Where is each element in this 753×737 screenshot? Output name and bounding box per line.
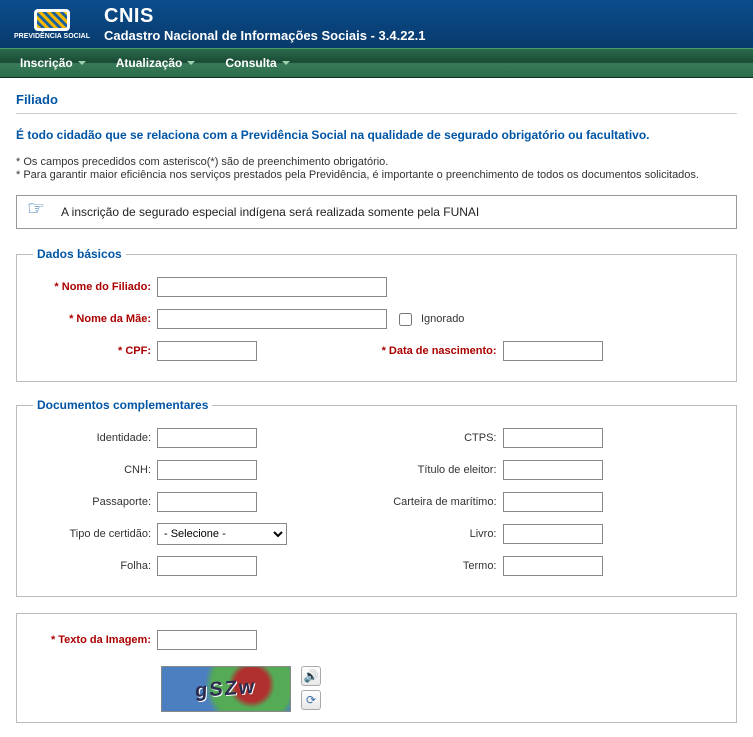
identidade-label: Identidade: <box>31 432 151 444</box>
menu-inscricao-label: Inscrição <box>20 56 73 70</box>
livro-label: Livro: <box>377 528 497 540</box>
alert-box: A inscrição de segurado especial indígen… <box>16 195 737 229</box>
nome-mae-input[interactable] <box>157 309 387 329</box>
header-title-block: CNIS Cadastro Nacional de Informações So… <box>104 5 426 43</box>
identidade-input[interactable] <box>157 428 257 448</box>
cpf-input[interactable] <box>157 341 257 361</box>
chevron-down-icon <box>78 61 86 65</box>
docs-legend: Documentos complementares <box>33 398 212 412</box>
livro-input[interactable] <box>503 524 603 544</box>
cpf-label: * CPF: <box>31 345 151 357</box>
alert-text: A inscrição de segurado especial indígen… <box>61 205 479 219</box>
folha-label: Folha: <box>31 560 151 572</box>
cnh-input[interactable] <box>157 460 257 480</box>
logo: PREVIDÊNCIA SOCIAL <box>12 5 92 43</box>
titulo-input[interactable] <box>503 460 603 480</box>
nome-filiado-input[interactable] <box>157 277 387 297</box>
data-nascimento-label: * Data de nascimento: <box>377 345 497 357</box>
tipo-certidao-select[interactable]: - Selecione - <box>157 523 287 545</box>
carteira-input[interactable] <box>503 492 603 512</box>
menu-inscricao[interactable]: Inscrição <box>10 53 96 73</box>
menu-atualizacao[interactable]: Atualização <box>106 53 206 73</box>
titulo-label: Título de eleitor: <box>377 464 497 476</box>
page-heading: Filiado <box>16 92 737 114</box>
folha-input[interactable] <box>157 556 257 576</box>
app-subtitle: Cadastro Nacional de Informações Sociais… <box>104 28 426 43</box>
logo-icon <box>34 9 70 31</box>
basics-fieldset: Dados básicos * Nome do Filiado: * Nome … <box>16 247 737 382</box>
chevron-down-icon <box>187 61 195 65</box>
menubar: Inscrição Atualização Consulta <box>0 48 753 78</box>
nome-mae-label: * Nome da Mãe: <box>31 313 151 325</box>
menu-consulta[interactable]: Consulta <box>215 53 299 73</box>
captcha-text: gSZw <box>195 675 257 702</box>
captcha-audio-button[interactable]: 🔊 <box>301 666 321 686</box>
termo-input[interactable] <box>503 556 603 576</box>
termo-label: Termo: <box>377 560 497 572</box>
menu-atualizacao-label: Atualização <box>116 56 183 70</box>
captcha-label: * Texto da Imagem: <box>31 634 151 646</box>
passaporte-label: Passaporte: <box>31 496 151 508</box>
captcha-refresh-button[interactable]: ⟳ <box>301 690 321 710</box>
tipo-certidao-label: Tipo de certidão: <box>31 528 151 540</box>
pointing-hand-icon <box>27 204 53 220</box>
refresh-icon: ⟳ <box>306 693 316 707</box>
docs-fieldset: Documentos complementares Identidade: CT… <box>16 398 737 597</box>
ctps-input[interactable] <box>503 428 603 448</box>
logo-text: PREVIDÊNCIA SOCIAL <box>14 33 90 40</box>
speaker-icon: 🔊 <box>304 669 319 683</box>
captcha-fieldset: * Texto da Imagem: gSZw 🔊 ⟳ <box>16 613 737 723</box>
data-nascimento-input[interactable] <box>503 341 603 361</box>
intro-text: É todo cidadão que se relaciona com a Pr… <box>16 128 737 142</box>
notes: * Os campos precedidos com asterisco(*) … <box>16 156 737 181</box>
note-required: * Os campos precedidos com asterisco(*) … <box>16 156 737 168</box>
passaporte-input[interactable] <box>157 492 257 512</box>
ignorado-checkbox[interactable] <box>399 313 412 326</box>
ctps-label: CTPS: <box>377 432 497 444</box>
note-efficiency: * Para garantir maior eficiência nos ser… <box>16 169 737 181</box>
app-title: CNIS <box>104 5 426 28</box>
carteira-label: Carteira de marítimo: <box>377 496 497 508</box>
ignorado-label: Ignorado <box>421 313 464 325</box>
captcha-image: gSZw <box>161 666 291 712</box>
content: Filiado É todo cidadão que se relaciona … <box>0 78 753 737</box>
nome-filiado-label: * Nome do Filiado: <box>31 281 151 293</box>
chevron-down-icon <box>282 61 290 65</box>
cnh-label: CNH: <box>31 464 151 476</box>
menu-consulta-label: Consulta <box>225 56 276 70</box>
app-header: PREVIDÊNCIA SOCIAL CNIS Cadastro Naciona… <box>0 0 753 48</box>
basics-legend: Dados básicos <box>33 247 126 261</box>
captcha-input[interactable] <box>157 630 257 650</box>
